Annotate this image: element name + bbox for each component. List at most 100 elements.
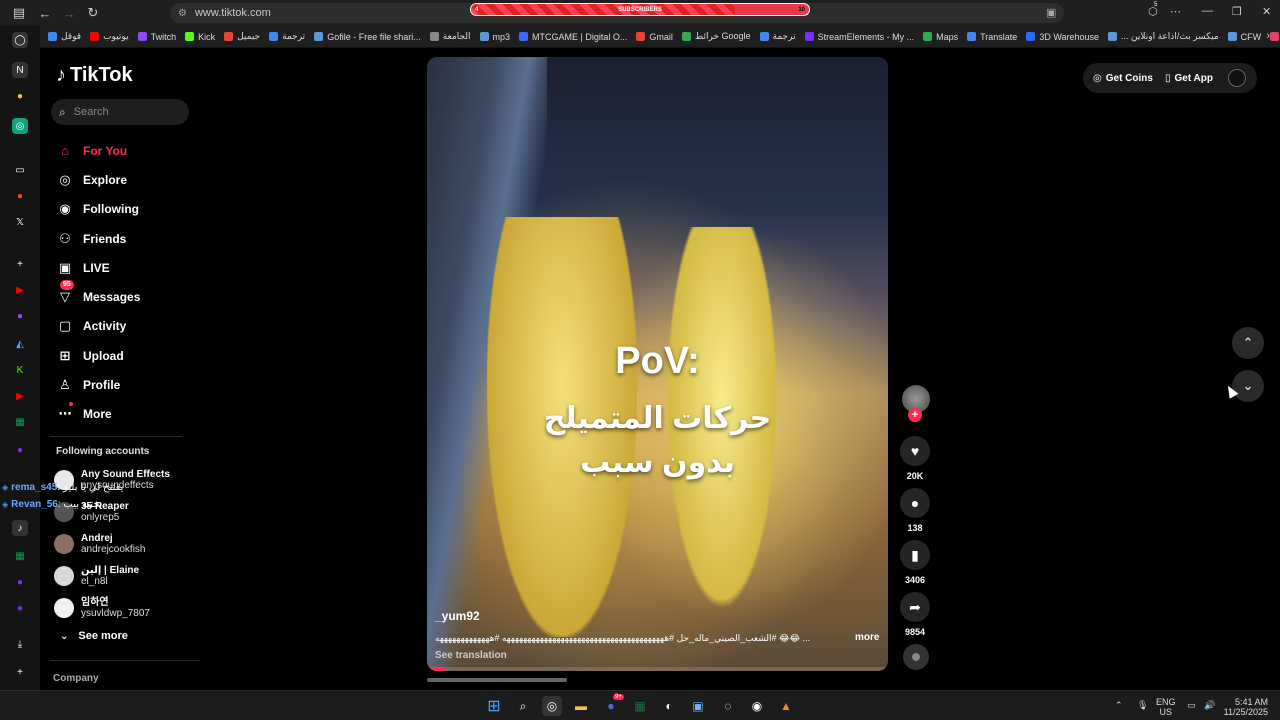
minimize-icon[interactable]: — bbox=[1202, 5, 1213, 17]
nav-item-profile[interactable]: ♙ Profile bbox=[56, 370, 196, 399]
following-account-item[interactable]: إلين | Elaine el_n8l bbox=[54, 560, 200, 592]
twitch-icon[interactable]: ● bbox=[12, 308, 28, 324]
volume-icon[interactable]: 🔊 bbox=[1204, 700, 1215, 710]
translate-icon[interactable]: ◭ bbox=[12, 336, 28, 352]
see-more-button[interactable]: ⌄ See more bbox=[60, 630, 128, 642]
get-coins-button[interactable]: ◎ Get Coins bbox=[1093, 73, 1153, 84]
music-disc-icon[interactable] bbox=[903, 644, 929, 670]
get-app-button[interactable]: ▯ Get App bbox=[1165, 73, 1213, 84]
bookmark-item[interactable]: ... ميكسر بث/اذاعة اونلاين bbox=[1108, 31, 1219, 42]
download-icon[interactable]: ⤓ bbox=[12, 636, 28, 652]
refresh-icon[interactable]: ↻ bbox=[82, 2, 104, 24]
bookmark-item[interactable]: قوقل bbox=[48, 31, 81, 42]
notion-icon[interactable]: N bbox=[12, 62, 28, 78]
add-icon[interactable]: + bbox=[12, 256, 28, 272]
nav-item-upload[interactable]: ⊞ Upload bbox=[56, 341, 196, 370]
nav-item-for-you[interactable]: ⌂ For You bbox=[56, 136, 196, 165]
nav-item-messages[interactable]: ▽ 95 Messages bbox=[56, 280, 196, 311]
user-avatar[interactable] bbox=[1228, 69, 1246, 87]
forward-icon[interactable]: → bbox=[58, 2, 80, 24]
language-indicator[interactable]: ENG US bbox=[1156, 697, 1176, 717]
caption-more-button[interactable]: more bbox=[855, 632, 879, 643]
video-player[interactable]: PoV: حركات المتميلح بدون سبب _yum92 ... … bbox=[427, 57, 888, 671]
bookmark-item[interactable]: Twitch bbox=[137, 32, 176, 42]
nav-item-following[interactable]: ◉ Following bbox=[56, 195, 196, 224]
bookmark-item[interactable]: txAdmin bbox=[1270, 32, 1280, 42]
tiktok-logo[interactable]: ♪ TikTok bbox=[56, 64, 133, 87]
file-explorer-icon[interactable]: ▬ bbox=[571, 696, 591, 716]
app-icon[interactable]: ◐ bbox=[659, 696, 679, 716]
app-icon[interactable]: ▲ bbox=[776, 696, 796, 716]
github-icon[interactable]: ◯ bbox=[12, 32, 28, 48]
bulb-icon[interactable]: ● bbox=[12, 88, 28, 104]
back-icon[interactable]: ← bbox=[34, 2, 56, 24]
share-action[interactable]: ➦ 9854 bbox=[898, 592, 932, 637]
app-icon[interactable]: ● bbox=[12, 600, 28, 616]
following-account-item[interactable]: 임하연 ysuvldwp_7807 bbox=[54, 592, 200, 624]
bookmark-item[interactable]: Gmail bbox=[636, 32, 673, 42]
bookmark-item[interactable]: الجامعة bbox=[429, 31, 471, 42]
nav-item-more[interactable]: ⋯ More bbox=[56, 400, 196, 429]
microphone-icon[interactable]: 🎙 bbox=[1137, 700, 1148, 710]
bookmark-item[interactable]: ترجمة bbox=[759, 31, 796, 42]
close-icon[interactable]: ✕ bbox=[1262, 5, 1271, 18]
x-icon[interactable]: 𝕏 bbox=[12, 214, 28, 230]
company-link[interactable]: Company bbox=[53, 673, 99, 684]
horizontal-scrollbar[interactable] bbox=[427, 678, 567, 682]
like-action[interactable]: ♥ 20K bbox=[898, 436, 932, 481]
store-icon[interactable]: ▣ bbox=[688, 696, 708, 716]
tiktok-icon[interactable]: ♪ bbox=[12, 520, 28, 536]
sheets-icon[interactable]: ▦ bbox=[12, 414, 28, 430]
add-icon[interactable]: + bbox=[12, 664, 28, 680]
site-info-icon[interactable]: ⚙ bbox=[178, 8, 187, 19]
search-input[interactable]: ⌕ Search bbox=[51, 99, 189, 125]
see-translation-button[interactable]: See translation bbox=[435, 650, 507, 661]
nav-item-activity[interactable]: ▢ Activity bbox=[56, 312, 196, 341]
reader-mode-icon[interactable]: ▣ bbox=[1046, 6, 1056, 19]
menu-icon[interactable]: ⋯ bbox=[1170, 5, 1181, 18]
bookmark-item[interactable]: mp3 bbox=[479, 32, 510, 42]
tray-chevron-icon[interactable]: ⌃ bbox=[1115, 700, 1123, 710]
excel-icon[interactable]: ▦ bbox=[630, 696, 650, 716]
youtube-icon[interactable]: ▶ bbox=[12, 282, 28, 298]
app-icon[interactable]: ◌ bbox=[718, 696, 738, 716]
comment-action[interactable]: ● 138 bbox=[898, 488, 932, 533]
bookmark-item[interactable]: Translate bbox=[967, 32, 1017, 42]
following-account-item[interactable]: Andrej andrejcookfish bbox=[54, 528, 200, 560]
youtube-icon[interactable]: ▶ bbox=[12, 388, 28, 404]
clock[interactable]: 5:41 AM 11/25/2025 bbox=[1222, 697, 1268, 717]
bookmark-item[interactable]: 3D Warehouse bbox=[1026, 32, 1099, 42]
bookmark-item[interactable]: Gofile - Free file shari... bbox=[314, 32, 421, 42]
maximize-icon[interactable]: ❐ bbox=[1232, 5, 1242, 18]
folder-icon[interactable]: ▭ bbox=[12, 162, 28, 178]
bookmark-item[interactable]: MTCGAME | Digital O... bbox=[519, 32, 627, 42]
kick-icon[interactable]: K bbox=[12, 362, 28, 378]
app-icon[interactable]: ● bbox=[12, 574, 28, 590]
bookmark-item[interactable]: خرائط Google bbox=[681, 31, 751, 42]
bookmark-item[interactable]: Maps bbox=[923, 32, 958, 42]
chatgpt-icon[interactable]: ◎ bbox=[12, 118, 28, 134]
previous-video-button[interactable]: ⌃ bbox=[1232, 327, 1264, 359]
search-icon[interactable]: ⌕ bbox=[513, 696, 533, 716]
nav-item-explore[interactable]: ◎ Explore bbox=[56, 165, 196, 194]
bookmark-item[interactable]: StreamElements - My ... bbox=[804, 32, 914, 42]
bookmark-item[interactable]: Kick bbox=[185, 32, 215, 42]
start-icon[interactable]: ⊞ bbox=[484, 696, 504, 716]
bookmark-item[interactable]: CFW bbox=[1227, 32, 1261, 42]
next-video-button[interactable]: ⌄ bbox=[1232, 370, 1264, 402]
app-icon[interactable]: ● bbox=[12, 442, 28, 458]
nav-item-live[interactable]: ▣ LIVE bbox=[56, 253, 196, 282]
follow-plus-icon[interactable]: + bbox=[908, 408, 922, 422]
bookmark-item[interactable]: ترجمة bbox=[269, 31, 305, 42]
sheets-icon[interactable]: ▦ bbox=[12, 548, 28, 564]
bookmarks-more-icon[interactable]: › bbox=[1266, 30, 1270, 42]
reddit-icon[interactable]: ● bbox=[12, 188, 28, 204]
obs-icon[interactable]: ◉ bbox=[747, 696, 767, 716]
nav-item-friends[interactable]: ⚇ Friends bbox=[56, 224, 196, 253]
network-icon[interactable]: ▭ bbox=[1187, 700, 1196, 710]
save-action[interactable]: ▮ 3406 bbox=[898, 540, 932, 585]
bookmark-item[interactable]: يوتيوب bbox=[90, 31, 129, 42]
browser-icon[interactable]: ◎ bbox=[542, 696, 562, 716]
video-author[interactable]: _yum92 bbox=[435, 609, 480, 623]
sidebar-toggle-icon[interactable]: ▤ bbox=[8, 2, 30, 24]
